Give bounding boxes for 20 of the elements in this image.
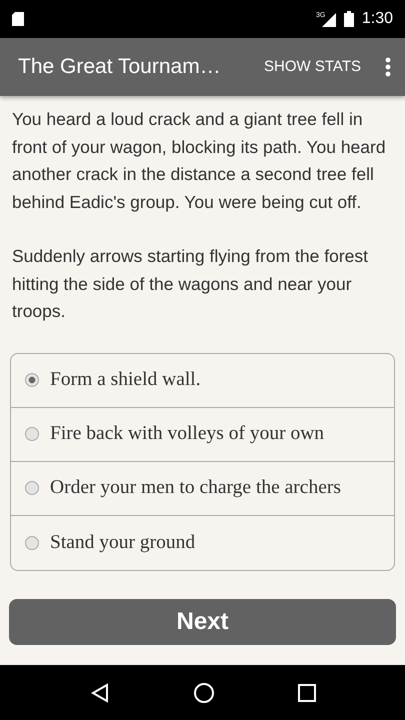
radio-button[interactable] (25, 427, 39, 441)
choice-label[interactable]: Order your men to charge the archers (50, 473, 341, 503)
recents-icon[interactable] (298, 684, 316, 702)
overflow-menu-icon[interactable] (385, 57, 391, 77)
choice-label[interactable]: Stand your ground (50, 528, 196, 558)
app-title: The Great Tournam… (18, 54, 221, 80)
battery-icon (344, 11, 354, 27)
radio-button[interactable] (25, 481, 39, 495)
sd-card-icon (12, 12, 24, 26)
home-icon[interactable] (192, 682, 214, 704)
back-icon[interactable] (90, 682, 110, 702)
story-paragraph: Suddenly arrows starting flying from the forest hitting the side of the wagons and near your troops. (12, 245, 369, 323)
radio-button[interactable] (25, 536, 39, 550)
radio-button[interactable] (25, 373, 39, 387)
choice-label[interactable]: Fire back with volleys of your own (50, 419, 324, 449)
show-stats-button[interactable]: SHOW STATS (264, 56, 361, 78)
clock: 1:30 (362, 9, 393, 29)
next-button[interactable]: Next (9, 598, 396, 644)
choice-label[interactable]: Form a shield wall. (50, 365, 201, 395)
story-paragraph: You heard a loud crack and a giant tree fell in front of your wagon, blocking its path. You heard another crack in the distance a second tree fell behind Eadic's group. You were being cut off. (12, 108, 387, 214)
